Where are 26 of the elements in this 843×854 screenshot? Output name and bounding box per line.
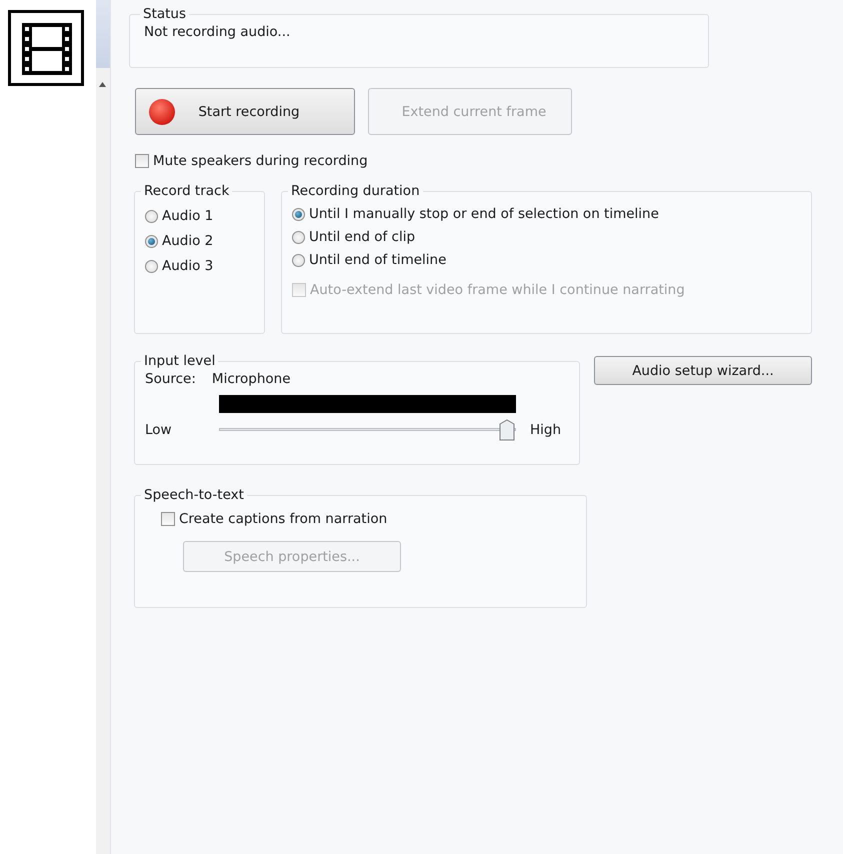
record-button[interactable]: Start recording — [135, 88, 355, 135]
scrollbar[interactable] — [96, 0, 111, 854]
mute-checkbox[interactable]: Mute speakers during recording — [135, 153, 368, 169]
source-label: Source: — [145, 371, 196, 387]
track-radio[interactable]: Audio 2 — [145, 233, 214, 249]
audio-setup-wizard-button[interactable]: Audio setup wizard... — [594, 356, 812, 385]
duration-radio[interactable]: Until end of timeline — [292, 252, 446, 268]
film-icon — [8, 10, 84, 86]
slider-thumb[interactable] — [499, 419, 516, 441]
group-title: Speech-to-text — [143, 487, 245, 503]
source-value: Microphone — [212, 371, 291, 387]
up-arrow-icon[interactable] — [99, 82, 106, 87]
group-title: Status — [142, 6, 188, 22]
captions-checkbox[interactable]: Create captions from narration — [161, 511, 388, 527]
group-title: Record track — [143, 183, 230, 199]
group-title: Recording duration — [290, 183, 421, 199]
record-icon — [148, 98, 176, 126]
duration-radio[interactable]: Until I manually stop or end of selection on timeline — [292, 206, 659, 222]
group-title: Input level — [143, 353, 216, 369]
track-radio[interactable]: Audio 3 — [145, 258, 214, 274]
duration-radio[interactable]: Until end of clip — [292, 229, 416, 245]
scroll-thumb[interactable] — [96, 0, 110, 68]
high-label: High — [530, 422, 562, 438]
track-radio[interactable]: Audio 1 — [145, 208, 214, 224]
status-text: Not recording audio... — [144, 24, 292, 40]
low-label: Low — [145, 422, 173, 438]
